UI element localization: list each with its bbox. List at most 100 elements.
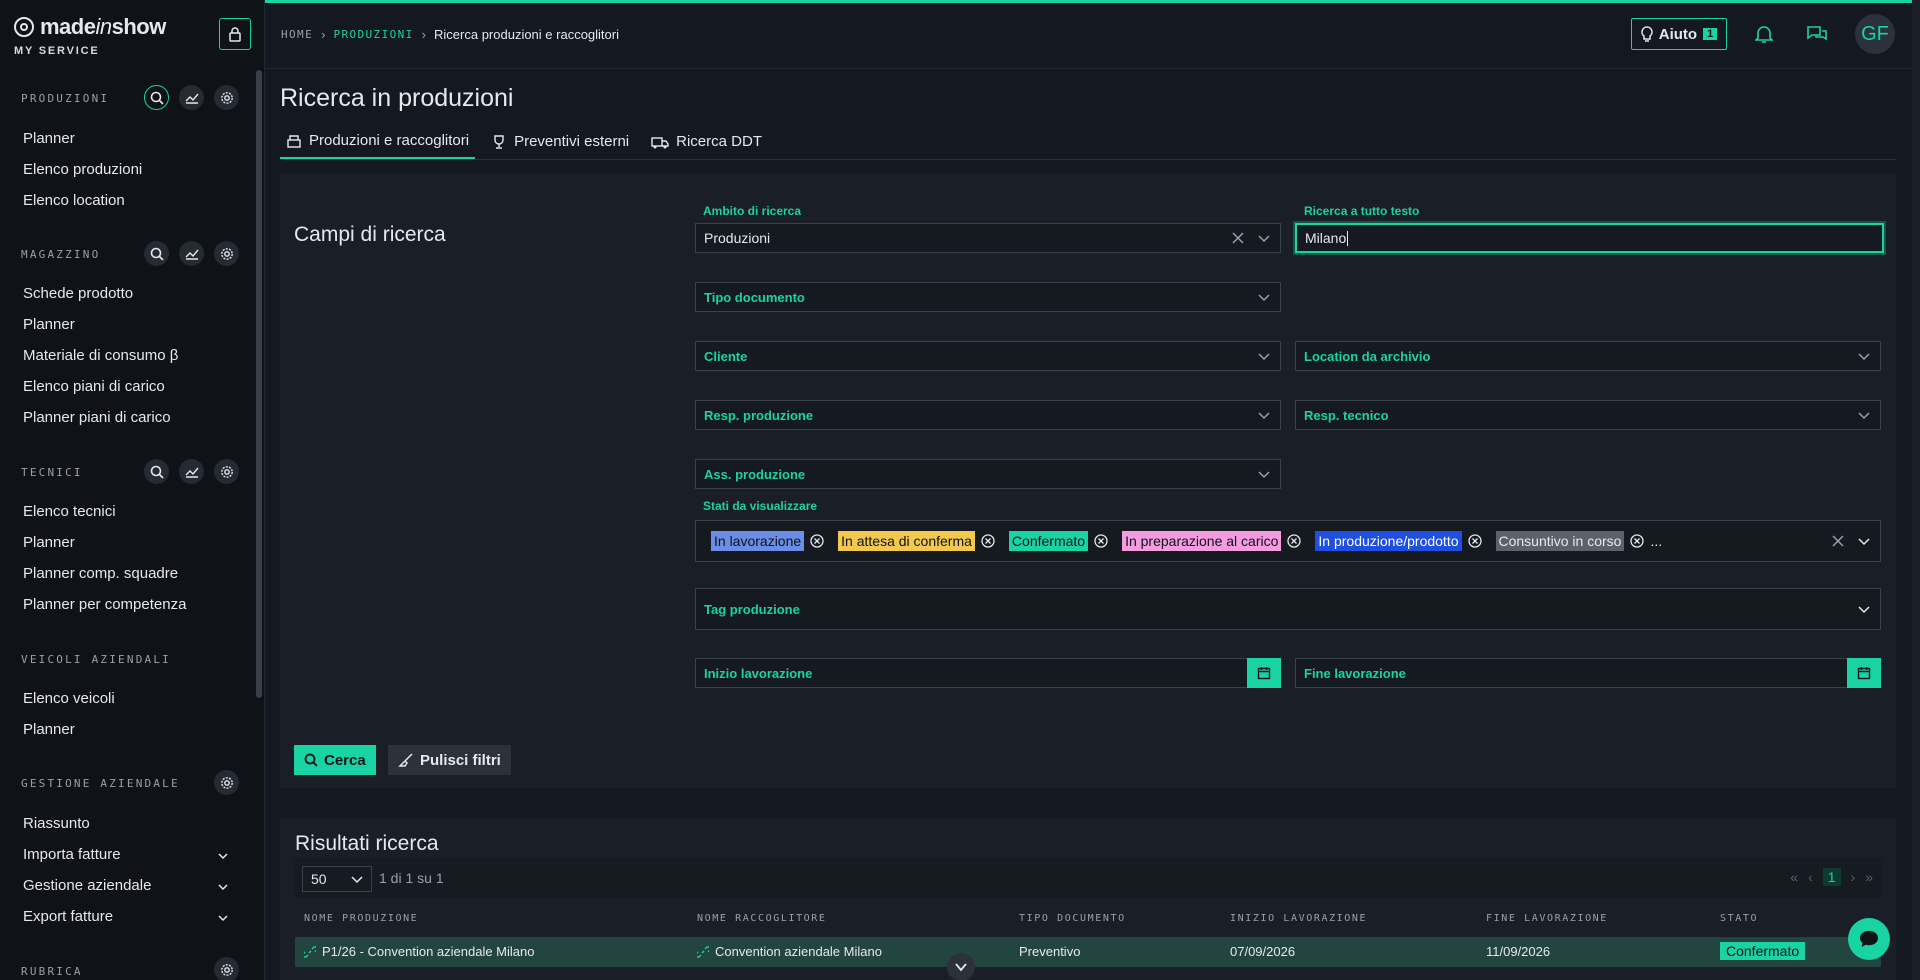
remove-tag-icon[interactable] <box>1630 534 1645 548</box>
search-icon[interactable] <box>144 85 169 110</box>
calendar-button[interactable] <box>1847 658 1881 688</box>
sidebar-item-planner-produzioni[interactable]: Planner <box>23 130 75 147</box>
lock-sidebar-button[interactable] <box>219 18 251 50</box>
remove-tag-icon[interactable] <box>981 534 995 548</box>
last-page-icon[interactable]: » <box>1865 869 1873 885</box>
cell-doc-type: Preventivo <box>1019 944 1081 959</box>
cell-collector-name[interactable]: Convention aziendale Milano <box>697 944 882 959</box>
page-info: 1 di 1 su 1 <box>379 870 444 886</box>
column-header[interactable]: NOME RACCOGLITORE <box>697 913 827 924</box>
search-button[interactable]: Cerca <box>294 745 376 775</box>
breadcrumb-home[interactable]: HOME <box>281 28 313 41</box>
doc-type-select[interactable]: Tipo documento <box>695 282 1281 312</box>
sidebar-item-elenco-veicoli[interactable]: Elenco veicoli <box>23 690 115 707</box>
link-icon <box>697 945 709 958</box>
tab-produzioni-raccoglitori[interactable]: Produzioni e raccoglitori <box>280 132 476 159</box>
column-header[interactable]: INIZIO LAVORAZIONE <box>1230 913 1367 924</box>
link-icon <box>304 945 316 958</box>
prev-page-icon[interactable]: ‹ <box>1808 869 1813 885</box>
ass-production-select[interactable]: Ass. produzione <box>695 459 1281 489</box>
fulltext-search-input[interactable]: Milano <box>1295 223 1884 253</box>
clear-icon[interactable] <box>1832 535 1844 547</box>
resp-production-select[interactable]: Resp. produzione <box>695 400 1281 430</box>
status-badge: Confermato <box>1720 942 1806 960</box>
table-row[interactable]: P1/26 - Convention aziendale Milano Conv… <box>295 937 1881 967</box>
lightbulb-icon <box>1641 26 1653 42</box>
help-button[interactable]: Aiuto 1 <box>1631 18 1727 50</box>
gear-icon[interactable] <box>214 459 239 484</box>
sidebar-item-riassunto[interactable]: Riassunto <box>23 815 90 832</box>
tab-preventivi-esterni[interactable]: Preventivi esterni <box>485 132 635 159</box>
sidebar-item-planner-comp-squadre[interactable]: Planner comp. squadre <box>23 565 178 582</box>
box-stack-icon <box>287 134 301 148</box>
sidebar-item-elenco-location[interactable]: Elenco location <box>23 192 125 209</box>
first-page-icon[interactable]: « <box>1790 869 1798 885</box>
gear-icon[interactable] <box>214 85 239 110</box>
sidebar-item-planner-competenza[interactable]: Planner per competenza <box>23 596 186 613</box>
avatar[interactable]: GF <box>1855 14 1895 54</box>
remove-tag-icon[interactable] <box>1094 534 1108 548</box>
calendar-button[interactable] <box>1247 658 1281 688</box>
page-scrollbar[interactable] <box>1912 0 1920 980</box>
trend-chart-icon[interactable] <box>179 459 204 484</box>
chevron-down-icon[interactable] <box>218 914 228 922</box>
state-tag: Confermato <box>1008 531 1089 551</box>
remove-tag-icon[interactable] <box>1287 534 1302 548</box>
sidebar-item-materiale-consumo[interactable]: Materiale di consumo β <box>23 347 178 364</box>
end-date-input[interactable]: Fine lavorazione <box>1295 658 1881 688</box>
trend-chart-icon[interactable] <box>179 241 204 266</box>
breadcrumb-section[interactable]: PRODUZIONI <box>333 28 413 41</box>
client-select[interactable]: Cliente <box>695 341 1281 371</box>
remove-tag-icon[interactable] <box>1467 534 1482 548</box>
cell-production-name[interactable]: P1/26 - Convention aziendale Milano <box>304 944 534 959</box>
help-label: Aiuto <box>1658 25 1698 43</box>
location-select[interactable]: Location da archivio <box>1295 341 1881 371</box>
tag-production-select[interactable]: Tag produzione <box>695 588 1881 630</box>
page-title: Ricerca in produzioni <box>280 84 514 112</box>
sidebar-item-planner-piani-carico[interactable]: Planner piani di carico <box>23 409 171 426</box>
clear-filters-button[interactable]: Pulisci filtri <box>388 745 511 775</box>
search-panel: Campi di ricerca Ambito di ricerca Produ… <box>280 174 1896 788</box>
sidebar-item-gestione-aziendale[interactable]: Gestione aziendale <box>23 877 151 894</box>
chat-icon[interactable] <box>1806 24 1828 44</box>
column-header[interactable]: NOME PRODUZIONE <box>304 913 418 924</box>
sidebar-item-elenco-piani-carico[interactable]: Elenco piani di carico <box>23 378 165 395</box>
remove-tag-icon[interactable] <box>810 534 824 548</box>
calendar-icon <box>1257 667 1271 680</box>
sidebar-scrollbar[interactable] <box>256 70 262 698</box>
states-multiselect[interactable]: In lavorazione In attesa di conferma Con… <box>695 520 1881 562</box>
bell-icon[interactable] <box>1755 24 1773 44</box>
clear-icon[interactable] <box>1232 232 1244 244</box>
search-icon[interactable] <box>144 459 169 484</box>
chevron-down-icon <box>351 876 363 884</box>
current-page[interactable]: 1 <box>1822 868 1841 886</box>
chevron-down-icon[interactable] <box>218 883 228 891</box>
gear-icon[interactable] <box>214 957 239 980</box>
scope-select[interactable]: Produzioni <box>695 223 1281 253</box>
tab-ricerca-ddt[interactable]: Ricerca DDT <box>645 132 768 159</box>
chevron-down-icon[interactable] <box>218 852 228 860</box>
search-icon[interactable] <box>144 241 169 266</box>
sidebar-item-elenco-tecnici[interactable]: Elenco tecnici <box>23 503 116 520</box>
sidebar-item-planner-tecnici[interactable]: Planner <box>23 534 75 551</box>
gear-icon[interactable] <box>214 770 239 795</box>
resp-tech-select[interactable]: Resp. tecnico <box>1295 400 1881 430</box>
brand-logo[interactable]: madeinshow MY SERVICE <box>14 14 166 57</box>
sidebar-item-planner-veicoli[interactable]: Planner <box>23 721 75 738</box>
brand-name: madeinshow <box>40 14 166 39</box>
sidebar-item-elenco-produzioni[interactable]: Elenco produzioni <box>23 161 142 178</box>
trend-chart-icon[interactable] <box>179 85 204 110</box>
sidebar-item-schede-prodotto[interactable]: Schede prodotto <box>23 285 133 302</box>
column-header[interactable]: FINE LAVORAZIONE <box>1486 913 1608 924</box>
page-size-select[interactable]: 50 <box>302 866 372 892</box>
sidebar-item-export-fatture[interactable]: Export fatture <box>23 908 113 925</box>
start-date-input[interactable]: Inizio lavorazione <box>695 658 1281 688</box>
sidebar-item-planner-magazzino[interactable]: Planner <box>23 316 75 333</box>
scroll-down-button[interactable] <box>947 953 975 980</box>
gear-icon[interactable] <box>214 241 239 266</box>
chat-support-button[interactable] <box>1848 918 1890 960</box>
column-header[interactable]: TIPO DOCUMENTO <box>1019 913 1126 924</box>
column-header[interactable]: STATO <box>1720 913 1758 924</box>
next-page-icon[interactable]: › <box>1851 869 1856 885</box>
sidebar-item-importa-fatture[interactable]: Importa fatture <box>23 846 121 863</box>
